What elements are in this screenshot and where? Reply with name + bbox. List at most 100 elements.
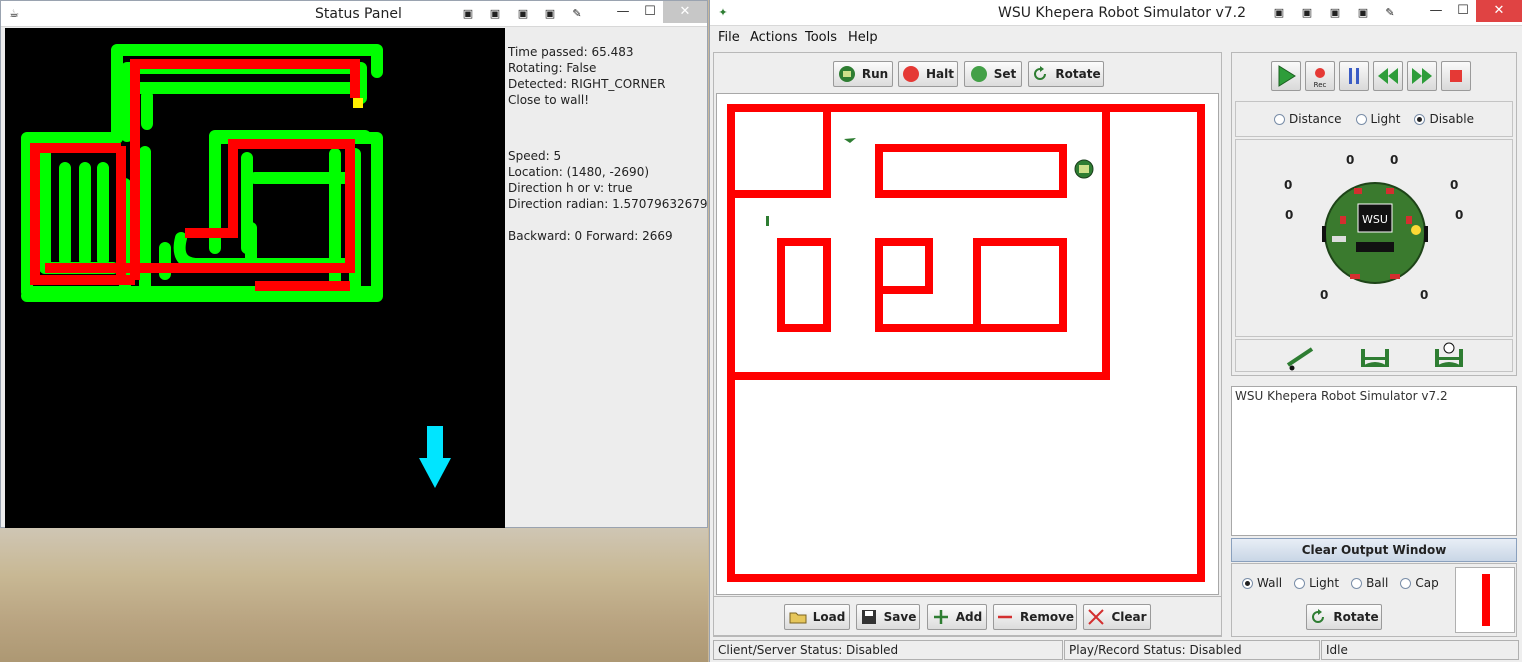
play-button[interactable]: [1271, 61, 1301, 91]
state-status: Idle: [1321, 640, 1519, 660]
wall-block: [875, 238, 1067, 332]
menu-actions[interactable]: Actions: [750, 30, 798, 45]
light-radio[interactable]: Light: [1355, 112, 1400, 126]
ball-radio[interactable]: Ball: [1351, 576, 1388, 590]
pause-button[interactable]: [1339, 61, 1369, 91]
pin-icon[interactable]: ✎: [1383, 6, 1397, 20]
sensor-value: 0: [1390, 153, 1399, 167]
object-type-group: Wall Light Ball Cap: [1242, 576, 1439, 590]
window-title: Status Panel: [315, 6, 402, 22]
cap-tool-icon[interactable]: [1432, 341, 1466, 371]
run-button[interactable]: Run: [833, 61, 893, 87]
plus-icon: [933, 610, 948, 624]
disable-radio[interactable]: Disable: [1414, 112, 1474, 126]
rotate-button[interactable]: Rotate: [1028, 61, 1104, 87]
sensor-value: 0: [1420, 288, 1429, 302]
sensor-mode-group: Distance Light Disable: [1235, 101, 1513, 137]
status-panel-titlebar[interactable]: ☕ Status Panel ▣ ▣ ▣ ▣ ✎ — ☐ ✕: [1, 1, 707, 27]
walls: [727, 104, 1205, 582]
status-time: Time passed: 65.483: [508, 45, 634, 59]
tile-icon[interactable]: ▣: [516, 7, 530, 21]
ball-tool-icon[interactable]: [1358, 343, 1392, 371]
simulator-window: ✦ WSU Khepera Robot Simulator v7.2 ▣ ▣ ▣…: [709, 0, 1522, 662]
tile-icon[interactable]: ▣: [488, 7, 502, 21]
tile-icon[interactable]: ▣: [543, 7, 557, 21]
play-record-status: Play/Record Status: Disabled: [1064, 640, 1320, 660]
window-title: WSU Khepera Robot Simulator v7.2: [998, 5, 1247, 21]
rewind-button[interactable]: [1373, 61, 1403, 91]
stop-button[interactable]: [1441, 61, 1471, 91]
cap-radio[interactable]: Cap: [1400, 576, 1439, 590]
green-circle-icon: [970, 66, 987, 82]
close-button[interactable]: ✕: [1476, 0, 1522, 22]
sensor-value: 0: [1455, 208, 1464, 222]
fast-forward-icon: [1412, 68, 1432, 84]
tile-icon[interactable]: ▣: [1300, 6, 1314, 20]
small-robot-icon: [844, 138, 856, 143]
clear-output-button[interactable]: Clear Output Window: [1231, 538, 1517, 562]
sensor-value: 0: [1450, 178, 1459, 192]
maximize-button[interactable]: ☐: [1450, 0, 1476, 22]
direction-arrow-icon: [419, 426, 451, 494]
control-panel: Rec Distance Light Disable 0 0 0 0 0 0 0…: [1231, 52, 1517, 376]
fast-forward-button[interactable]: [1407, 61, 1437, 91]
light-object-radio[interactable]: Light: [1294, 576, 1339, 590]
object-rotate-button[interactable]: Rotate: [1306, 604, 1382, 630]
minimize-button[interactable]: —: [1422, 0, 1450, 22]
clear-button[interactable]: Clear: [1083, 604, 1151, 630]
close-button[interactable]: ✕: [663, 1, 707, 23]
khepera-robot-icon: WSU: [1322, 182, 1428, 284]
minus-icon: [997, 615, 1012, 619]
client-server-status: Client/Server Status: Disabled: [713, 640, 1063, 660]
wall-radio[interactable]: Wall: [1242, 576, 1282, 590]
remove-button[interactable]: Remove: [993, 604, 1077, 630]
sensor-value: 0: [1285, 208, 1294, 222]
rotate-icon: [1312, 609, 1325, 623]
menu-help[interactable]: Help: [848, 30, 878, 45]
clear-label: Clear: [1111, 610, 1147, 624]
x-icon: [1088, 609, 1105, 625]
pin-icon[interactable]: ✎: [570, 7, 584, 21]
sensor-value: 0: [1320, 288, 1329, 302]
red-circle-icon: [903, 66, 919, 82]
status-rotating: Rotating: False: [508, 61, 597, 75]
set-button[interactable]: Set: [964, 61, 1022, 87]
clear-output-label: Clear Output Window: [1301, 543, 1447, 557]
load-button[interactable]: Load: [784, 604, 850, 630]
record-button[interactable]: Rec: [1305, 61, 1335, 91]
sensor-value: 0: [1346, 153, 1355, 167]
robot-sensor-display: 0 0 0 0 0 0 0 0 WSU: [1235, 139, 1513, 337]
halt-label: Halt: [926, 67, 954, 81]
tile-icon[interactable]: ▣: [461, 7, 475, 21]
status-readout: Time passed: 65.483 Rotating: False Dete…: [508, 44, 708, 244]
minimize-button[interactable]: —: [609, 1, 637, 23]
wall-block: [875, 144, 1067, 198]
distance-radio[interactable]: Distance: [1274, 112, 1342, 126]
status-speed: Speed: 5: [508, 149, 562, 163]
halt-button[interactable]: Halt: [898, 61, 958, 87]
tile-icon[interactable]: ▣: [1272, 6, 1286, 20]
maximize-button[interactable]: ☐: [637, 1, 663, 23]
set-label: Set: [993, 67, 1017, 81]
menu-tools[interactable]: Tools: [805, 30, 837, 45]
menu-file[interactable]: File: [718, 30, 740, 45]
output-text: WSU Khepera Robot Simulator v7.2: [1235, 389, 1448, 403]
status-direction-hv: Direction h or v: true: [508, 181, 633, 195]
save-button[interactable]: Save: [856, 604, 920, 630]
world-canvas[interactable]: [716, 93, 1219, 595]
add-button[interactable]: Add: [927, 604, 987, 630]
tile-icon[interactable]: ▣: [1328, 6, 1342, 20]
tile-icon[interactable]: ▣: [1356, 6, 1370, 20]
simulator-titlebar[interactable]: ✦ WSU Khepera Robot Simulator v7.2 ▣ ▣ ▣…: [710, 0, 1522, 26]
edit-toolbar: Load Save Add Remove Clear: [713, 596, 1222, 636]
room-wall: [731, 108, 831, 198]
small-robot-icon: [766, 216, 769, 226]
status-detected: Detected: RIGHT_CORNER: [508, 77, 666, 91]
stop-icon: [1450, 70, 1462, 82]
status-close-to-wall: Close to wall!: [508, 93, 590, 107]
sensor-value: 0: [1284, 178, 1293, 192]
wall-tool-icon[interactable]: [1284, 343, 1316, 371]
rotate-label: Rotate: [1333, 610, 1379, 624]
output-window[interactable]: WSU Khepera Robot Simulator v7.2: [1231, 386, 1517, 536]
remove-label: Remove: [1019, 610, 1075, 624]
